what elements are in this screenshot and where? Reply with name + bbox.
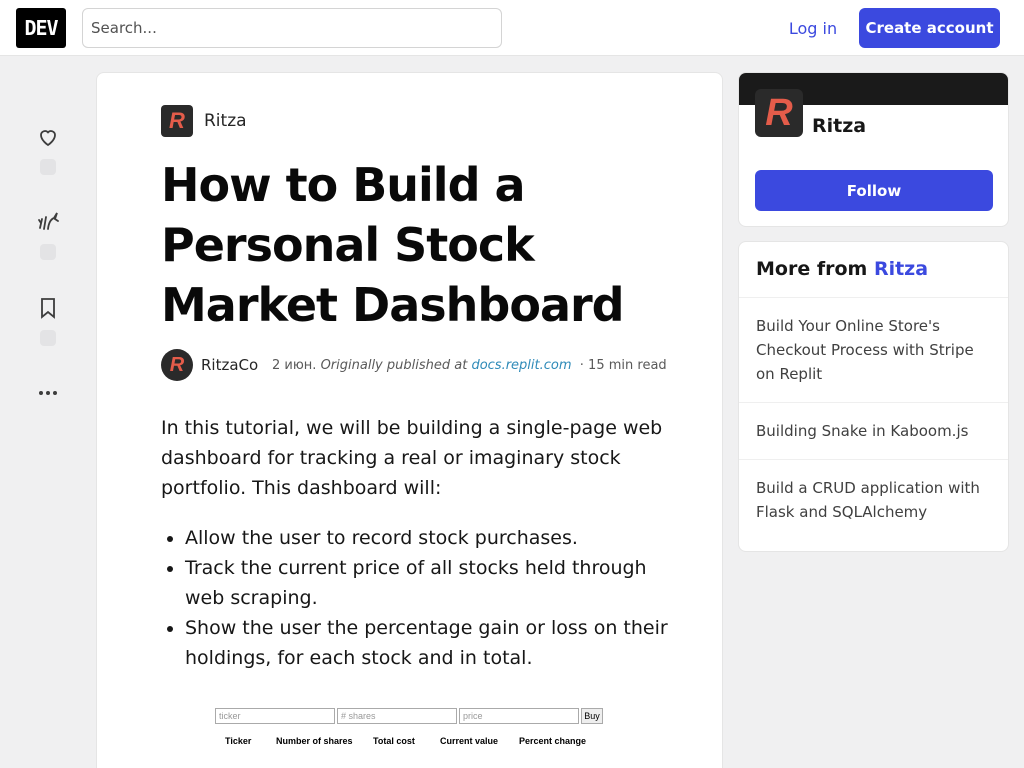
article-title: How to Build a Personal Stock Market Das…: [161, 158, 625, 332]
publish-date: 2 июн.: [272, 358, 317, 373]
org-name[interactable]: Ritza: [204, 111, 247, 131]
bookmark-icon: [41, 298, 55, 319]
price-field: price: [459, 708, 579, 724]
published-prefix: Originally published at: [320, 358, 468, 373]
follow-button[interactable]: Follow: [755, 170, 993, 211]
dashboard-preview-image: ticker # shares price Buy Ticker Number …: [215, 707, 605, 757]
bookmark-count: [40, 330, 56, 346]
org-card-name[interactable]: Ritza: [812, 115, 866, 137]
login-link[interactable]: Log in: [776, 8, 850, 48]
create-account-button[interactable]: Create account: [859, 8, 1000, 48]
search-input[interactable]: [82, 8, 502, 48]
published-link[interactable]: docs.replit.com: [471, 358, 571, 373]
org-avatar[interactable]: R: [161, 105, 193, 137]
top-header: DEV Log in Create account: [0, 0, 1024, 56]
author-name[interactable]: RitzaCo: [201, 356, 258, 374]
more-actions[interactable]: [32, 381, 64, 405]
more-from-brand[interactable]: Ritza: [874, 258, 928, 280]
bookmark-reaction[interactable]: [32, 296, 64, 346]
column-header: Ticker: [225, 736, 252, 746]
more-from-prefix: More from: [756, 258, 868, 280]
buy-button: Buy: [581, 708, 603, 724]
list-item: Allow the user to record stock purchases…: [185, 523, 675, 553]
column-header: Number of shares: [276, 736, 353, 746]
article-card: R Ritza How to Build a Personal Stock Ma…: [96, 72, 723, 768]
list-item: Show the user the percentage gain or los…: [185, 613, 675, 673]
more-item[interactable]: Build a CRUD application with Flask and …: [739, 460, 1008, 540]
more-item[interactable]: Build Your Online Store's Checkout Proce…: [739, 298, 1008, 403]
heart-reaction[interactable]: [32, 125, 64, 175]
heart-count: [40, 159, 56, 175]
more-icon: [39, 391, 57, 395]
org-card-avatar[interactable]: R: [755, 89, 803, 137]
more-from-card: More from Ritza Build Your Online Store'…: [738, 241, 1009, 552]
ticker-field: ticker: [215, 708, 335, 724]
unicorn-reaction[interactable]: [32, 210, 64, 260]
column-header: Percent change: [519, 736, 587, 746]
author-avatar[interactable]: R: [161, 349, 193, 381]
unicorn-icon: [38, 212, 59, 230]
intro-paragraph: In this tutorial, we will be building a …: [161, 417, 663, 499]
unicorn-count: [40, 244, 56, 260]
more-item[interactable]: Building Snake in Kaboom.js: [739, 403, 1008, 460]
shares-field: # shares: [337, 708, 457, 724]
more-from-heading: More from Ritza: [739, 242, 1008, 298]
column-header: Total cost: [373, 736, 415, 746]
read-time: · 15 min read: [579, 358, 667, 373]
dev-logo[interactable]: DEV: [16, 8, 66, 48]
org-card: R Ritza Follow: [738, 72, 1009, 227]
list-item: Track the current price of all stocks he…: [185, 553, 675, 613]
feature-list: Allow the user to record stock purchases…: [185, 523, 675, 673]
article-meta: 2 июн. Originally published at docs.repl…: [272, 358, 667, 373]
heart-icon: [40, 130, 56, 147]
column-header: Current value: [440, 736, 499, 746]
